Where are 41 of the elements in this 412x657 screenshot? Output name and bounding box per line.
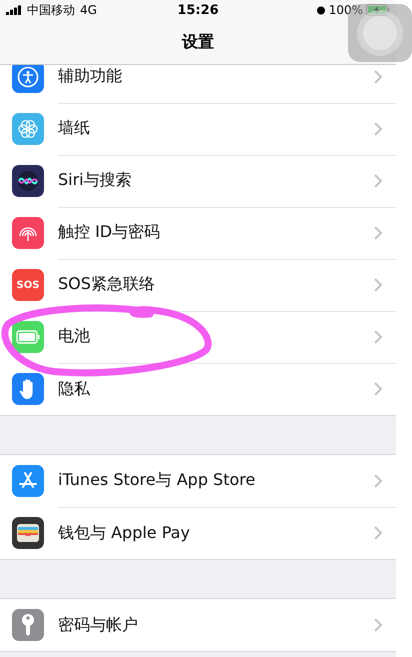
row-label: 触控 ID与密码 (58, 222, 162, 243)
chevron-icon (374, 122, 382, 136)
signal-icon (6, 5, 22, 15)
row-label: 辅助功能 (58, 66, 123, 87)
chevron-icon (374, 382, 382, 396)
network-type: 4G (80, 3, 97, 17)
key-icon (21, 613, 35, 637)
chevron-icon (374, 226, 382, 240)
chevron-icon (374, 474, 382, 488)
row-label: 钱包与 Apple Pay (58, 522, 191, 544)
row-label: 隐私 (58, 378, 91, 400)
row-label: 电池 (58, 326, 91, 347)
chevron-icon (374, 70, 382, 84)
chevron-icon (374, 526, 382, 540)
chevron-icon (374, 618, 382, 632)
chevron-icon (374, 330, 382, 344)
settings-row[interactable]: 触控 ID与密码 (0, 207, 396, 259)
row-label: 密码与帐户 (58, 614, 139, 636)
chevron-icon (374, 174, 382, 188)
page-title: 设置 (182, 32, 214, 52)
row-label: Siri与搜索 (58, 170, 133, 191)
row-label: iTunes Store与 App Store (58, 470, 256, 491)
flower-icon (17, 118, 39, 140)
settings-row[interactable]: 电池 (0, 311, 396, 363)
settings-row[interactable]: iTunes Store与 App Store (0, 455, 396, 507)
settings-row[interactable]: SOS SOS紧急联络 (0, 259, 396, 311)
settings-row[interactable]: 墙纸 (0, 103, 396, 155)
battery-percent: 100% (328, 3, 364, 17)
wallet-icon (16, 523, 40, 543)
battery-icon (16, 330, 40, 344)
settings-row[interactable]: 钱包与 Apple Pay (0, 507, 396, 559)
row-label: 墙纸 (58, 118, 91, 139)
row-label: SOS紧急联络 (58, 274, 156, 295)
settings-row[interactable]: 辅助功能 (0, 65, 396, 103)
settings-row[interactable]: 密码与帐户 (0, 599, 396, 651)
settings-row[interactable]: 隐私 (0, 363, 396, 415)
sos-icon: SOS (16, 280, 40, 290)
status-time: 15:26 (177, 2, 219, 18)
settings-row[interactable]: Siri与搜索 (0, 155, 396, 207)
chevron-icon (374, 278, 382, 292)
carrier-name: 中国移动 (27, 2, 75, 18)
